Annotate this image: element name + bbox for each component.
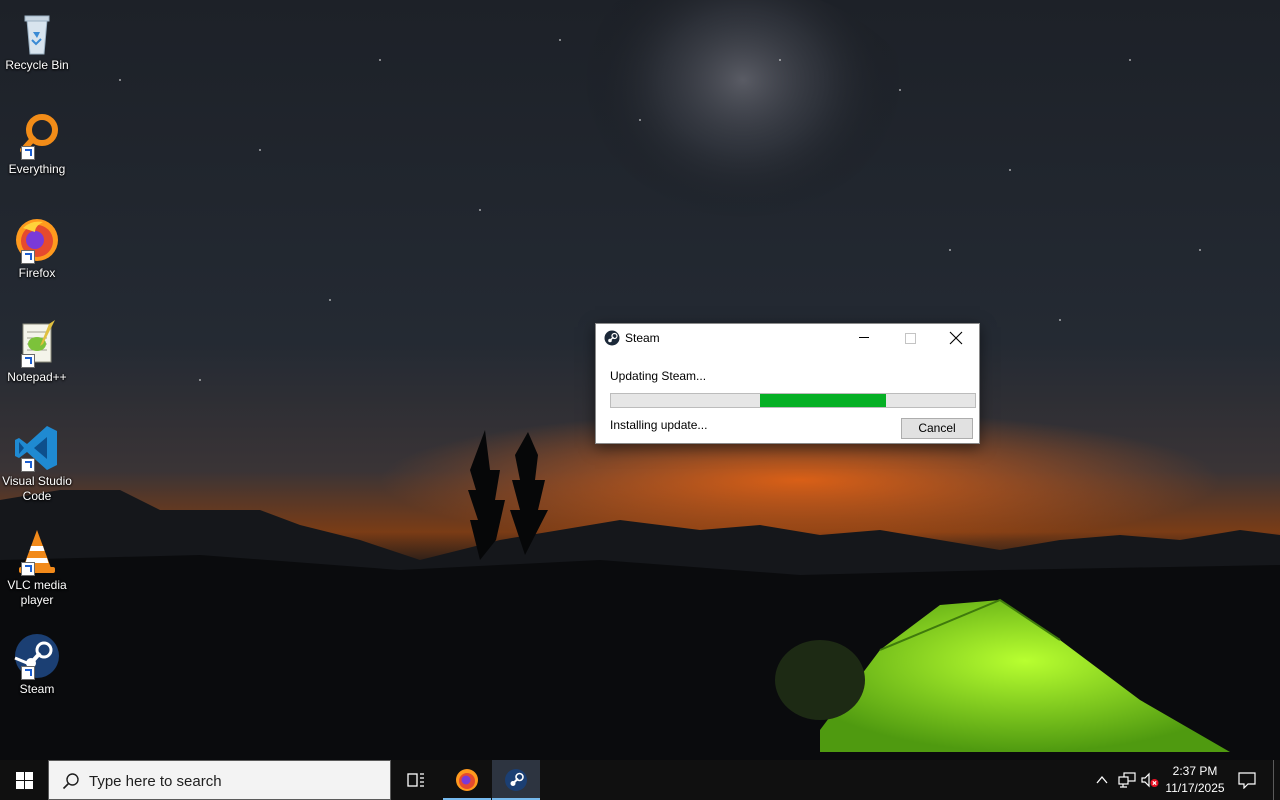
steam-icon bbox=[604, 330, 620, 346]
maximize-button bbox=[887, 324, 933, 352]
desktop-icon-label: Notepad++ bbox=[7, 370, 67, 384]
desktop-icon-steam[interactable]: Steam bbox=[2, 632, 72, 697]
progress-fill bbox=[760, 394, 886, 407]
desktop-icon-everything[interactable]: Everything bbox=[2, 112, 72, 177]
desktop-icon-vlc[interactable]: VLC media player bbox=[2, 528, 72, 608]
close-icon bbox=[949, 331, 963, 345]
show-hidden-icons-button[interactable] bbox=[1094, 772, 1110, 788]
notepad-plus-plus-icon bbox=[13, 320, 61, 368]
steam-icon bbox=[505, 769, 527, 791]
desktop-icon-label: Firefox bbox=[18, 266, 56, 280]
taskbar-firefox-button[interactable] bbox=[443, 760, 491, 800]
network-icon bbox=[1118, 772, 1136, 788]
minimize-icon bbox=[859, 337, 869, 338]
windows-logo-icon bbox=[16, 772, 33, 789]
firefox-icon bbox=[13, 216, 61, 264]
cancel-button[interactable]: Cancel bbox=[901, 418, 973, 439]
task-view-button[interactable] bbox=[392, 760, 440, 800]
recycle-bin-icon bbox=[13, 8, 61, 56]
minimize-button[interactable] bbox=[841, 324, 887, 352]
clock-date: 11/17/2025 bbox=[1165, 781, 1225, 795]
start-button[interactable] bbox=[0, 760, 48, 800]
update-progress-bar bbox=[610, 393, 976, 408]
chevron-up-icon bbox=[1096, 775, 1108, 784]
dialog-title: Steam bbox=[625, 331, 660, 345]
update-detail-text: Installing update... bbox=[610, 418, 708, 432]
notification-icon bbox=[1238, 772, 1256, 790]
action-center-button[interactable] bbox=[1238, 771, 1256, 790]
volume-muted-icon bbox=[1141, 772, 1159, 788]
clock-time: 2:37 PM bbox=[1172, 764, 1218, 778]
close-button[interactable] bbox=[933, 324, 979, 352]
taskbar-steam-button[interactable] bbox=[492, 760, 540, 800]
shortcut-arrow-icon bbox=[21, 458, 35, 472]
vlc-icon bbox=[13, 528, 61, 576]
steam-update-dialog: Steam Updating Steam... Installing updat… bbox=[595, 323, 980, 444]
dialog-titlebar[interactable]: Steam bbox=[596, 324, 979, 352]
shortcut-arrow-icon bbox=[21, 562, 35, 576]
everything-search-icon bbox=[13, 112, 61, 160]
desktop-icon-notepad-plus-plus[interactable]: Notepad++ bbox=[2, 320, 72, 385]
maximize-icon bbox=[905, 333, 916, 344]
desktop-icon-label: Recycle Bin bbox=[5, 58, 69, 72]
vscode-icon bbox=[13, 424, 61, 472]
desktop-icon-recycle-bin[interactable]: Recycle Bin bbox=[2, 8, 72, 73]
shortcut-arrow-icon bbox=[21, 250, 35, 264]
network-status-button[interactable] bbox=[1118, 772, 1136, 788]
task-view-icon bbox=[407, 773, 424, 787]
shortcut-arrow-icon bbox=[21, 354, 35, 368]
desktop-icon-firefox[interactable]: Firefox bbox=[2, 216, 72, 281]
steam-icon bbox=[13, 632, 61, 680]
firefox-icon bbox=[456, 769, 478, 791]
search-placeholder: Type here to search bbox=[89, 773, 222, 790]
show-desktop-button[interactable] bbox=[1273, 760, 1280, 800]
desktop-icon-vscode[interactable]: Visual Studio Code bbox=[2, 424, 72, 504]
desktop-icon-label: VLC media player bbox=[7, 578, 67, 607]
taskbar: Type here to search 2:37 PM 11/17/2025 bbox=[0, 760, 1280, 800]
desktop-icon-label: Visual Studio Code bbox=[2, 474, 72, 503]
desktop-icon-label: Steam bbox=[19, 682, 55, 696]
shortcut-arrow-icon bbox=[21, 146, 35, 160]
shortcut-arrow-icon bbox=[21, 666, 35, 680]
taskbar-clock[interactable]: 2:37 PM 11/17/2025 bbox=[1163, 763, 1227, 797]
desktop-icon-label: Everything bbox=[8, 162, 66, 176]
volume-button[interactable] bbox=[1141, 772, 1159, 788]
search-icon bbox=[62, 773, 79, 790]
taskbar-search-box[interactable]: Type here to search bbox=[48, 760, 391, 800]
update-status-text: Updating Steam... bbox=[610, 369, 707, 383]
